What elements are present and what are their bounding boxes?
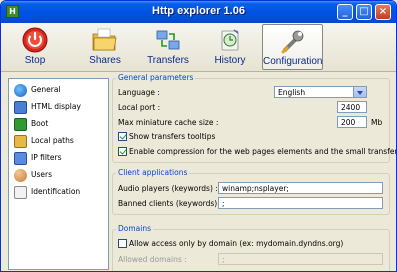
sidebar-item-local-paths[interactable]: Local paths	[12, 133, 107, 150]
cache-unit: Mb	[371, 118, 383, 127]
sidebar-item-users[interactable]: Users	[12, 167, 107, 184]
close-button[interactable]: ×	[375, 4, 391, 20]
sidebar-item-boot[interactable]: Boot	[12, 116, 107, 133]
filter-icon	[14, 152, 27, 165]
allow-domain-checkbox[interactable]	[118, 239, 127, 248]
stop-icon	[22, 27, 48, 53]
maximize-button[interactable]: □	[356, 4, 372, 20]
sidebar-item-label: HTML display	[31, 102, 81, 111]
id-icon	[14, 186, 27, 199]
allowed-domains-input[interactable]: ;	[218, 253, 383, 265]
sidebar-item-label: Users	[31, 170, 53, 179]
general-parameters-group: General parameters Language : English Lo…	[112, 73, 396, 163]
title-bar[interactable]: H Http explorer 1.06 _ □ ×	[1, 1, 396, 23]
group-title: Client applications	[116, 168, 190, 177]
minimize-button[interactable]: _	[337, 4, 353, 20]
config-category-list: General HTML display Boot Local paths IP…	[8, 78, 109, 270]
transfers-label: Transfers	[147, 55, 189, 66]
domains-group: Domains Allow access only by domain (ex:…	[112, 224, 390, 271]
shares-label: Shares	[89, 55, 121, 66]
sidebar-item-general[interactable]: General	[12, 82, 107, 99]
configuration-button[interactable]: Configuration	[262, 24, 323, 70]
history-label: History	[214, 55, 246, 66]
sidebar-item-identification[interactable]: Identification	[12, 184, 107, 201]
sidebar-item-label: Local paths	[31, 136, 74, 145]
history-icon	[221, 29, 239, 51]
allow-domain-label: Allow access only by domain (ex: mydomai…	[129, 239, 344, 248]
sidebar-item-label: Boot	[31, 119, 49, 128]
cache-size-input[interactable]: 200	[337, 116, 367, 128]
sidebar-item-html-display[interactable]: HTML display	[12, 99, 107, 116]
language-label: Language :	[118, 88, 160, 97]
stop-label: Stop	[24, 55, 46, 66]
allowed-domains-label: Allowed domains :	[118, 255, 187, 264]
group-title: General parameters	[116, 73, 196, 82]
wrench-icon	[281, 30, 303, 54]
sidebar-item-ip-filters[interactable]: IP filters	[12, 150, 107, 167]
compression-label: Enable compression for the web pages ele…	[129, 147, 397, 156]
transfers-icon	[156, 30, 180, 50]
sidebar-item-label: General	[31, 85, 61, 94]
folder-tree-icon	[14, 135, 27, 148]
users-icon	[14, 169, 27, 182]
banned-clients-label: Banned clients (keywords) :	[118, 199, 223, 208]
cache-size-label: Max miniature cache size :	[118, 118, 219, 127]
sidebar-item-label: Identification	[31, 187, 81, 196]
boot-icon	[14, 118, 27, 131]
chevron-down-icon[interactable]	[353, 87, 366, 97]
local-port-label: Local port :	[118, 103, 161, 112]
main-toolbar: Stop Shares Transfers History Configurat…	[1, 23, 396, 72]
banned-clients-input[interactable]: ;	[218, 197, 383, 209]
audio-players-label: Audio players (keywords) :	[118, 184, 218, 193]
client-applications-group: Client applications Audio players (keywo…	[112, 168, 390, 215]
tooltips-checkbox[interactable]	[118, 132, 127, 141]
stop-button[interactable]: Stop	[10, 24, 60, 70]
transfers-button[interactable]: Transfers	[140, 24, 196, 70]
configuration-label: Configuration	[263, 56, 323, 67]
language-value: English	[278, 88, 306, 97]
language-select[interactable]: English	[274, 86, 367, 98]
local-port-input[interactable]: 2400	[337, 101, 367, 113]
sidebar-item-label: IP filters	[31, 153, 62, 162]
globe-icon	[14, 84, 27, 97]
history-button[interactable]: History	[205, 24, 255, 70]
shares-button[interactable]: Shares	[80, 24, 130, 70]
folder-icon	[92, 28, 117, 51]
tooltips-label: Show transfers tooltips	[129, 132, 216, 141]
audio-players-input[interactable]: winamp;nsplayer;	[218, 182, 383, 194]
monitor-icon	[14, 101, 27, 114]
app-window: H Http explorer 1.06 _ □ × Stop Shares T…	[0, 0, 397, 272]
compression-checkbox[interactable]	[118, 147, 127, 156]
group-title: Domains	[116, 224, 154, 233]
